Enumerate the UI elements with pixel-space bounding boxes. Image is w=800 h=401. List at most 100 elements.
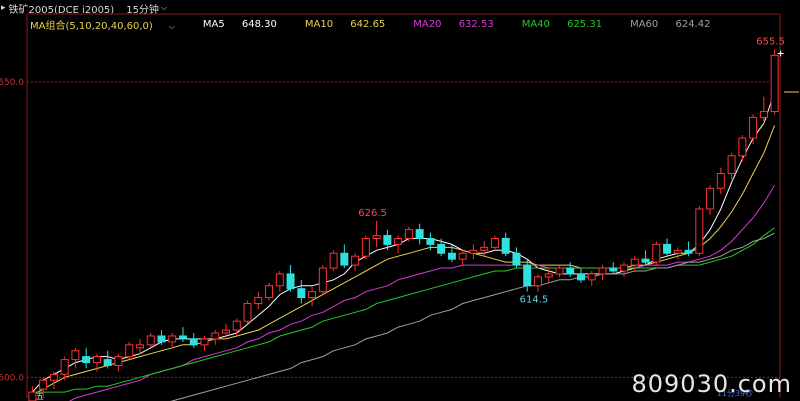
candle-body (576, 273, 585, 281)
candle (759, 96, 768, 124)
candle (480, 241, 489, 257)
candle (533, 273, 542, 292)
candle-body (544, 273, 553, 278)
candle (28, 386, 37, 401)
candle (157, 330, 166, 345)
y-tick-label: 600.0 (0, 373, 24, 383)
candle (727, 152, 736, 180)
candle (749, 114, 758, 144)
candle (200, 335, 209, 351)
candle-body (759, 110, 768, 118)
candle (576, 268, 585, 283)
candle (501, 232, 510, 257)
candle (82, 347, 91, 369)
y-tick-label: 650.0 (0, 78, 24, 88)
candle (49, 371, 58, 390)
candle-body (394, 237, 403, 245)
candle (351, 253, 360, 271)
candle-body (404, 229, 413, 239)
candle (598, 265, 607, 280)
candle-body (28, 391, 37, 401)
candle (663, 238, 672, 257)
candle (361, 235, 370, 260)
price-chart[interactable]: 650.0600.09/五 655.5626.5614.5 (0, 0, 800, 401)
candle-body (92, 356, 101, 364)
candle-body (770, 54, 779, 112)
candle-body (426, 237, 435, 245)
candle-body (125, 344, 134, 358)
candle (275, 270, 284, 292)
candle (587, 270, 596, 286)
candle-body (620, 264, 629, 272)
candle-body (372, 235, 381, 239)
candle (695, 206, 704, 257)
candle (512, 247, 521, 269)
candle-body (114, 356, 123, 367)
candle-body (82, 356, 91, 364)
candle-body (60, 359, 69, 375)
candle-body (71, 350, 80, 361)
candle (394, 235, 403, 254)
candle-body (243, 302, 252, 322)
candle (125, 341, 134, 360)
candle-body (189, 338, 198, 346)
watermark-text: 809030.com (631, 370, 792, 398)
candle-body (361, 237, 370, 257)
candle (706, 185, 715, 215)
candle-body (49, 373, 58, 381)
candle-body (469, 249, 478, 254)
candle-body (566, 267, 575, 275)
candle (135, 338, 144, 354)
candle (652, 241, 661, 266)
ma-line-ma10 (32, 125, 776, 396)
candle-body (200, 338, 209, 346)
candle-body (308, 291, 317, 299)
candle-body (351, 255, 360, 266)
candle (770, 49, 779, 115)
candle-body (286, 273, 295, 290)
candle-body (598, 267, 607, 275)
ma-line-ma20 (68, 184, 776, 401)
candle (340, 244, 349, 269)
candle (738, 135, 747, 162)
chart-window: ▸ 铁矿2005(DCE i2005) 15分钟 ⌵ MA组合(5,10,20,… (0, 0, 800, 401)
candle-body (749, 116, 758, 139)
candle-body (695, 208, 704, 254)
candle-body (738, 137, 747, 157)
candle-body (232, 320, 241, 331)
candle (189, 333, 198, 348)
candle-body (727, 155, 736, 175)
candle (716, 167, 725, 195)
candle-body (458, 252, 467, 260)
candle (469, 244, 478, 260)
candle-body (297, 288, 306, 299)
candle (404, 226, 413, 242)
candle-body (178, 335, 187, 340)
candle-body (383, 235, 392, 245)
candle-body (512, 252, 521, 266)
candle-body (222, 329, 231, 334)
candle (620, 262, 629, 277)
price-annotation: 614.5 (520, 295, 549, 306)
candle (243, 300, 252, 325)
candle-body (652, 243, 661, 263)
candle-body (329, 252, 338, 269)
candle (490, 235, 499, 251)
price-annotation: 655.5 (756, 36, 785, 47)
candle (415, 223, 424, 245)
candle-body (663, 243, 672, 254)
candle (308, 285, 317, 307)
candle (103, 350, 112, 369)
candle-body (135, 344, 144, 349)
candle-body (415, 229, 424, 239)
candle (178, 327, 187, 342)
candle-body (609, 267, 618, 272)
candle (458, 250, 467, 266)
candle-body (501, 237, 510, 254)
candle-body (447, 252, 456, 260)
candle-body (318, 267, 327, 293)
candle-body (254, 297, 263, 304)
candle (71, 347, 80, 369)
candle-body (716, 173, 725, 189)
candle (555, 265, 564, 277)
